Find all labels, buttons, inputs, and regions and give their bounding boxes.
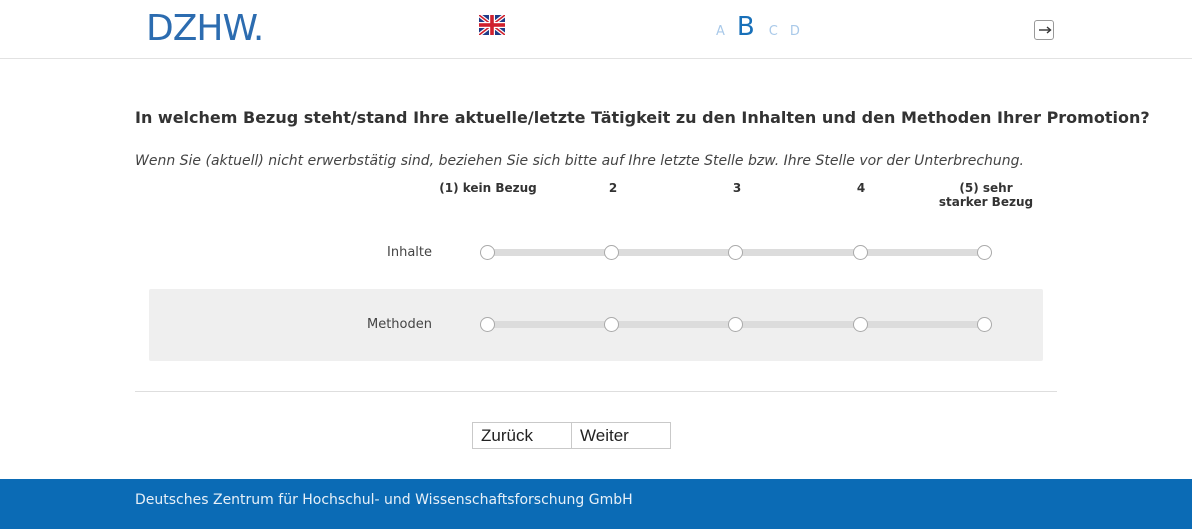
next-button[interactable]: Weiter xyxy=(571,422,671,449)
scale-label-3: 3 xyxy=(732,181,742,195)
version-d-link[interactable]: D xyxy=(790,24,800,39)
footer: Deutsches Zentrum für Hochschul- und Wis… xyxy=(0,479,1192,529)
radio-inhalte-5[interactable] xyxy=(977,245,992,260)
scale-label-4: 4 xyxy=(856,181,866,195)
uk-flag-icon[interactable] xyxy=(477,13,507,37)
radio-inhalte-3[interactable] xyxy=(728,245,743,260)
divider xyxy=(135,391,1057,392)
radio-methoden-4[interactable] xyxy=(853,317,868,332)
version-switcher: A B C D xyxy=(716,12,812,42)
top-header: DZHW. A B C D xyxy=(0,0,1192,59)
logout-arrow-icon xyxy=(1039,26,1052,34)
row-label-inhalte: Inhalte xyxy=(387,245,432,260)
scale-label-5: (5) sehr starker Bezug xyxy=(938,181,1034,209)
radio-inhalte-4[interactable] xyxy=(853,245,868,260)
radio-inhalte-2[interactable] xyxy=(604,245,619,260)
radio-methoden-2[interactable] xyxy=(604,317,619,332)
radio-inhalte-1[interactable] xyxy=(480,245,495,260)
back-button[interactable]: Zurück xyxy=(472,422,572,449)
question-title: In welchem Bezug steht/stand Ihre aktuel… xyxy=(135,108,1150,127)
scale-label-2: 2 xyxy=(608,181,618,195)
version-b-link[interactable]: B xyxy=(737,12,755,42)
dzhw-logo: DZHW. xyxy=(146,8,264,49)
footer-text: Deutsches Zentrum für Hochschul- und Wis… xyxy=(135,492,633,508)
radio-methoden-3[interactable] xyxy=(728,317,743,332)
scale-label-1: (1) kein Bezug xyxy=(439,181,537,195)
radio-methoden-1[interactable] xyxy=(480,317,495,332)
version-c-link[interactable]: C xyxy=(769,24,778,39)
radio-methoden-5[interactable] xyxy=(977,317,992,332)
question-hint: Wenn Sie (aktuell) nicht erwerbstätig si… xyxy=(135,153,1024,169)
version-a-link[interactable]: A xyxy=(716,24,725,39)
logout-button[interactable] xyxy=(1034,20,1054,40)
row-label-methoden: Methoden xyxy=(367,317,432,332)
